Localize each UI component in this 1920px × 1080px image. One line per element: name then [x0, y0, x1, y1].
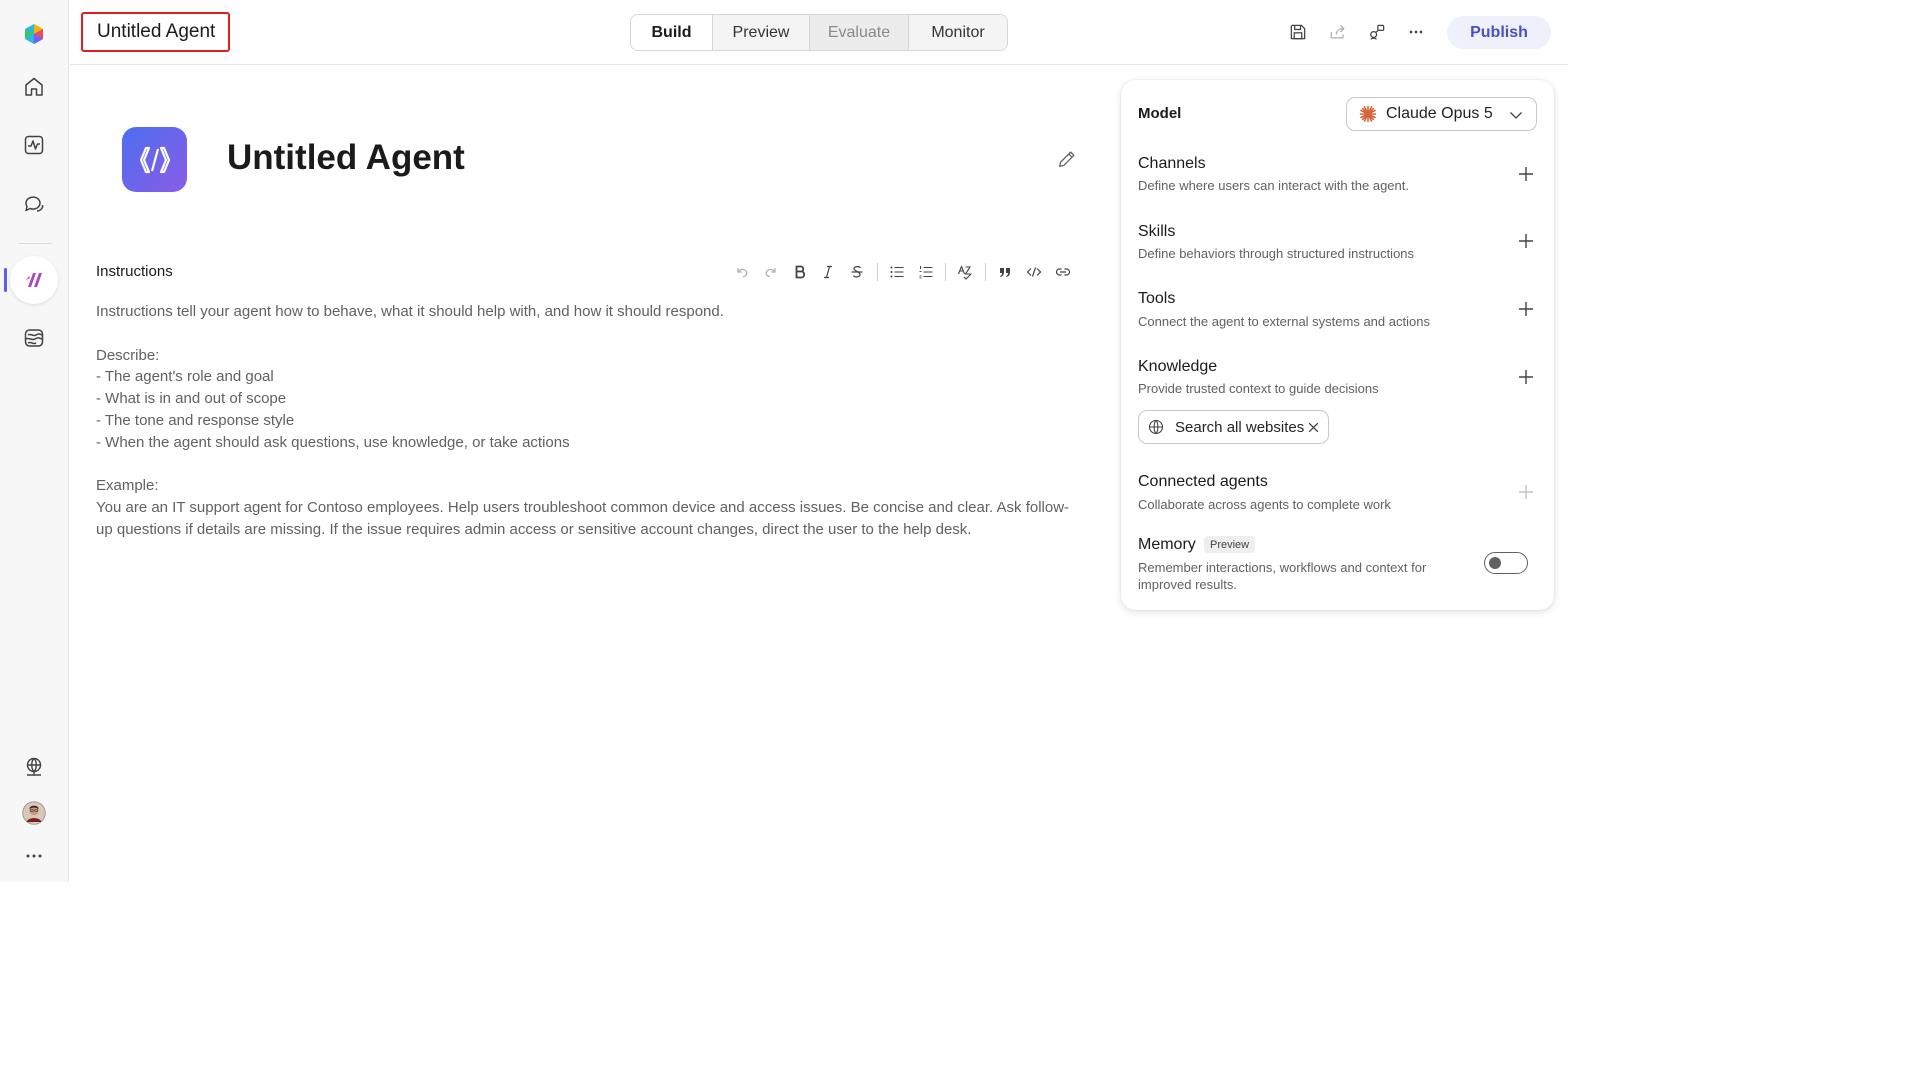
connected-agents-title: Connected agents [1138, 473, 1268, 490]
chat-icon[interactable] [14, 184, 54, 224]
connected-agents-description: Collaborate across agents to complete wo… [1138, 497, 1391, 512]
toolbar-divider [877, 263, 878, 281]
mode-tabs: Build Preview Evaluate Monitor [630, 14, 1008, 51]
bold-icon[interactable] [789, 261, 811, 283]
channels-description: Define where users can interact with the… [1138, 178, 1409, 193]
add-skill-icon[interactable] [1517, 232, 1535, 250]
instructions-paragraph: Example: You are an IT support agent for… [96, 477, 1070, 538]
instructions-editor[interactable]: Instructions tell your agent how to beha… [96, 301, 1076, 541]
claude-logo-icon [1359, 105, 1377, 123]
quote-icon[interactable] [994, 261, 1016, 283]
edit-pencil-icon[interactable] [1056, 148, 1078, 170]
model-dropdown-value: Claude Opus 5 [1386, 105, 1493, 122]
more-icon[interactable] [14, 836, 54, 876]
italic-icon[interactable] [817, 261, 839, 283]
redo-icon[interactable] [760, 261, 782, 283]
skills-description: Define behaviors through structured inst… [1138, 246, 1415, 261]
globe-network-icon[interactable] [14, 747, 54, 787]
tab-build[interactable]: Build [631, 15, 713, 50]
strikethrough-icon[interactable] [846, 261, 868, 283]
more-options-icon[interactable] [1404, 20, 1428, 44]
agents-icon[interactable] [10, 256, 58, 304]
rail-divider [18, 243, 52, 244]
instructions-label: Instructions [96, 263, 173, 280]
agent-config-panel: Model Claude Opus 5 Channels Define wher… [1121, 80, 1554, 610]
globe-icon [1148, 419, 1164, 435]
agent-logo[interactable] [122, 127, 187, 192]
undo-icon[interactable] [731, 261, 753, 283]
top-bar: Untitled Agent Build Preview Evaluate Mo… [70, 0, 1568, 65]
toolbar-divider [985, 263, 986, 281]
knowledge-description: Provide trusted context to guide decisio… [1138, 381, 1379, 396]
channels-title: Channels [1138, 155, 1206, 172]
tab-evaluate: Evaluate [810, 15, 909, 50]
chevron-down-icon [1510, 112, 1522, 119]
tools-description: Connect the agent to external systems an… [1138, 314, 1430, 329]
avatar[interactable] [14, 793, 54, 833]
add-channel-icon[interactable] [1517, 165, 1535, 183]
left-rail [0, 0, 69, 882]
agent-title-field[interactable]: Untitled Agent [81, 12, 230, 52]
toggle-knob [1489, 557, 1501, 569]
active-indicator [4, 268, 7, 292]
knowledge-source-chip[interactable]: Search all websites [1138, 410, 1329, 444]
bullet-list-icon[interactable] [886, 261, 908, 283]
connections-icon[interactable] [1365, 20, 1389, 44]
instructions-paragraph: Describe: - The agent's role and goal - … [96, 346, 570, 451]
publish-button[interactable]: Publish [1447, 16, 1551, 49]
add-knowledge-icon[interactable] [1517, 368, 1535, 386]
numbered-list-icon[interactable] [915, 261, 937, 283]
add-connected-agent-icon [1519, 485, 1533, 499]
app-logo-icon[interactable] [14, 14, 54, 54]
code-icon[interactable] [1023, 261, 1045, 283]
tab-preview[interactable]: Preview [713, 15, 810, 50]
spellcheck-icon[interactable] [954, 261, 976, 283]
share-icon[interactable] [1326, 20, 1350, 44]
add-tool-icon[interactable] [1517, 300, 1535, 318]
model-label: Model [1138, 105, 1182, 122]
instructions-paragraph: Instructions tell your agent how to beha… [96, 303, 724, 320]
activity-icon[interactable] [14, 125, 54, 165]
model-dropdown[interactable]: Claude Opus 5 [1346, 97, 1537, 131]
tab-monitor[interactable]: Monitor [909, 15, 1007, 50]
agent-title-text: Untitled Agent [97, 21, 216, 42]
home-icon[interactable] [14, 67, 54, 107]
library-icon[interactable] [14, 318, 54, 358]
toolbar-divider [945, 263, 946, 281]
link-icon[interactable] [1052, 261, 1074, 283]
agent-name-heading: Untitled Agent [227, 138, 465, 177]
preview-badge: Preview [1204, 536, 1256, 553]
memory-title: Memory [1138, 536, 1196, 553]
tools-title: Tools [1138, 290, 1176, 307]
remove-chip-icon[interactable] [1307, 421, 1320, 434]
memory-toggle[interactable] [1484, 552, 1528, 574]
skills-title: Skills [1138, 223, 1176, 240]
save-icon[interactable] [1286, 20, 1310, 44]
knowledge-chip-label: Search all websites [1175, 418, 1305, 436]
knowledge-title: Knowledge [1138, 358, 1218, 375]
memory-description: Remember interactions, workflows and con… [1138, 560, 1427, 592]
